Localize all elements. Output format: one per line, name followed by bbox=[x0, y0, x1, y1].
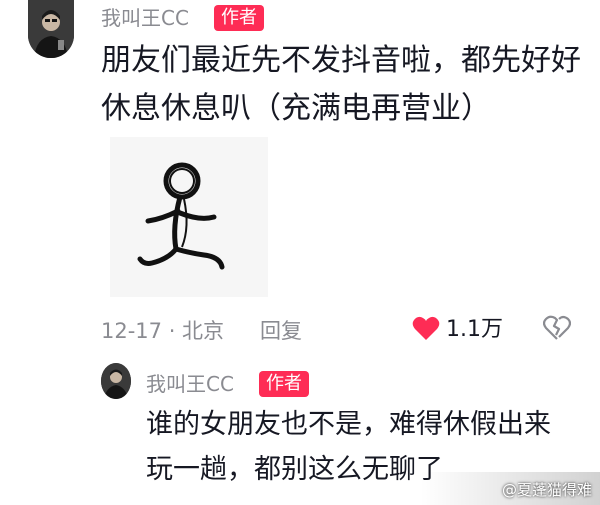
reply-avatar[interactable] bbox=[101, 363, 131, 399]
comment-date-location: 12-17 · 北京 bbox=[101, 319, 225, 343]
reply-username[interactable]: 我叫王CC bbox=[146, 372, 234, 396]
sticker-image[interactable] bbox=[110, 137, 268, 297]
like-count: 1.1万 bbox=[446, 317, 503, 342]
author-badge: 作者 bbox=[214, 5, 264, 31]
comment-username[interactable]: 我叫王CC bbox=[101, 6, 189, 30]
heart-icon[interactable] bbox=[412, 315, 440, 341]
avatar-photo-icon bbox=[101, 363, 131, 399]
running-stick-figure-icon bbox=[110, 137, 268, 297]
comment-text-line-2: 休息休息叭（充满电再营业） bbox=[101, 91, 491, 126]
broken-heart-icon[interactable] bbox=[542, 315, 572, 341]
avatar-photo-icon bbox=[28, 0, 74, 58]
reply-text-line-1: 谁的女朋友也不是，难得休假出来 bbox=[146, 409, 551, 440]
avatar[interactable] bbox=[28, 0, 74, 58]
reply-button[interactable]: 回复 bbox=[260, 318, 302, 344]
reply-author-badge: 作者 bbox=[259, 371, 309, 397]
reply-text-line-2: 玩一趟，都别这么无聊了 bbox=[146, 454, 443, 485]
comment-text-line-1: 朋友们最近先不发抖音啦，都先好好 bbox=[101, 43, 581, 78]
watermark: @夏蓬猫得难 bbox=[501, 481, 592, 499]
